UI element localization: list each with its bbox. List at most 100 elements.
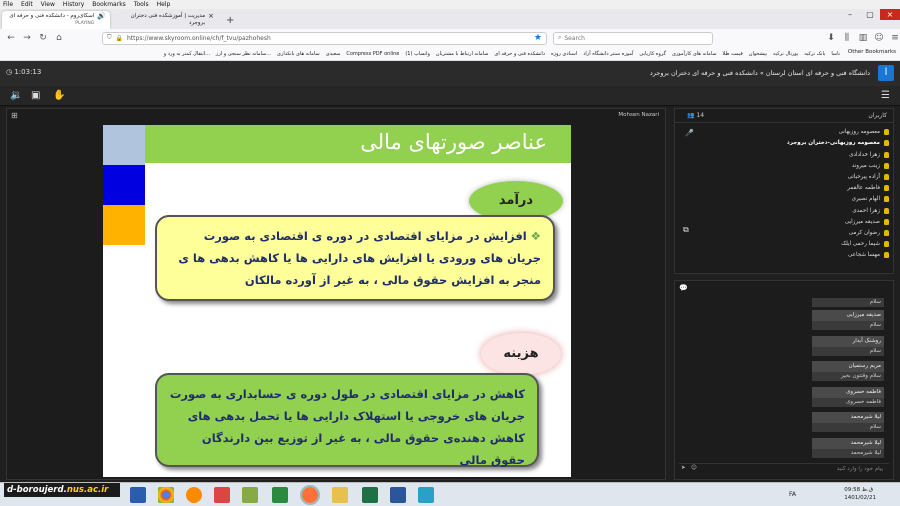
bookmark-item[interactable]: (1) واتساپ (405, 51, 430, 57)
bookmark-item[interactable]: اسنادی روزه (551, 51, 577, 57)
maximize-icon[interactable]: ▢ (860, 9, 880, 20)
home-icon[interactable]: ⌂ (54, 33, 64, 43)
chat-message: لیلا شیرمحمد سلام (809, 411, 887, 433)
bookmark-item[interactable]: سعیدی (326, 51, 341, 57)
presentation-panel: ⊞ Mohsen Nazari عناصر صورتهای مالی درآمد… (6, 108, 666, 480)
emoji-icon[interactable]: ☺ (691, 465, 697, 471)
back-icon[interactable]: ← (6, 33, 16, 43)
system-clock[interactable]: 09:58 ق.ظ 1401/02/21 (844, 486, 876, 502)
user-row[interactable]: شیما رحمی ایلک (689, 239, 889, 250)
slide-square-light (103, 125, 145, 165)
user-row[interactable]: صدیقه میرزایی (689, 217, 889, 228)
language-indicator[interactable]: FA (789, 491, 796, 498)
bookmark-item[interactable]: پورتال ترکیه (773, 51, 798, 57)
user-row[interactable]: مهسا شجاعی (689, 250, 889, 261)
bookmark-item[interactable]: بانک ترکیه (804, 51, 825, 57)
tab-management[interactable]: × مدیریت | آموزشکده فنی دختران بروجرد (110, 11, 218, 29)
bookmark-item[interactable]: سامانه های بانکداری (277, 51, 320, 57)
account-icon[interactable]: ☺ (874, 33, 884, 43)
green-app-icon[interactable] (272, 487, 288, 503)
lock-icon[interactable]: 🔒 (116, 35, 123, 42)
send-icon[interactable]: ➤ (681, 465, 686, 471)
user-name: الهام نصیری (851, 196, 880, 203)
word-icon[interactable] (390, 487, 406, 503)
bookmark-item[interactable]: پیشخوان (749, 51, 767, 57)
tool-icon[interactable] (242, 487, 258, 503)
hand-raise-icon[interactable]: ✋ (53, 90, 65, 101)
library-icon[interactable]: ⫼ (842, 33, 852, 43)
new-tab-button[interactable]: + (218, 13, 242, 29)
user-row[interactable]: رضوان کرمی (689, 228, 889, 239)
other-bookmarks[interactable]: Other Bookmarks (848, 49, 896, 55)
menu-bookmarks[interactable]: Bookmarks (92, 0, 126, 9)
shield-icon[interactable]: ⛉ (107, 34, 112, 42)
close-window-icon[interactable]: × (880, 9, 900, 20)
user-row[interactable]: زهرا خدادادی (689, 149, 889, 160)
bookmark-item[interactable]: گروه کاریابی (639, 51, 666, 57)
user-row[interactable]: معصومه روزبهانی-دختران بروجرد (689, 138, 889, 149)
chat-sender: مریم رستمیان (812, 361, 884, 372)
menu-view[interactable]: View (41, 0, 55, 9)
user-row[interactable]: معصومه روزبهانی (689, 127, 889, 138)
bookmark-item[interactable]: آموزه سنتر دانشگاه آزاد (583, 51, 633, 57)
chat-message: روشنک آبدار سلام (809, 335, 887, 357)
user-row[interactable]: الهام نصیری (689, 194, 889, 205)
user-row[interactable]: آزاده پیرحیاتی (689, 172, 889, 183)
firefox-icon[interactable] (300, 485, 320, 505)
chat-text: سلام وقتتون بخیر (812, 372, 884, 381)
sidebar-icon[interactable]: ▥ (858, 33, 868, 43)
forward-icon[interactable]: → (22, 33, 32, 43)
mic-icon: 🎤 (685, 129, 694, 137)
bookmark-item[interactable]: دانشکده فنی و حرفه ای (494, 51, 545, 57)
user-icon (884, 207, 889, 214)
speaker-icon: 🔊 (97, 12, 106, 20)
menu-history[interactable]: History (63, 0, 84, 9)
firefox-old-icon[interactable] (186, 487, 202, 503)
bookmark-item[interactable]: سامانه ارتباط با مشتریان (436, 51, 489, 57)
menu-edit[interactable]: Edit (21, 0, 33, 9)
audio-icon[interactable]: 🔉 (10, 90, 22, 101)
user-row[interactable]: فاطمه عالقمر (689, 183, 889, 194)
chat-text: سلام (812, 321, 884, 330)
reload-icon[interactable]: ↻ (38, 33, 48, 43)
minimize-icon[interactable]: – (840, 9, 860, 20)
menu-help[interactable]: Help (157, 0, 171, 9)
bookmark-star-icon[interactable]: ★ (534, 33, 542, 43)
file-explorer-icon[interactable] (130, 487, 146, 503)
url-text[interactable]: https://www.skyroom.online/ch/f_tvu/pazh… (127, 35, 271, 42)
search-input[interactable]: ⌕ Search (553, 31, 713, 45)
excel-icon[interactable] (362, 487, 378, 503)
tab-skyroom[interactable]: 🔊 اسکای‌روم - دانشکده فنی و حرفه ای PLAY… (2, 11, 110, 29)
bookmark-item[interactable]: ناسا (831, 51, 840, 57)
bookmark-item[interactable]: قیمت طلا (723, 51, 743, 57)
user-row[interactable]: زینب میروند (689, 161, 889, 172)
bookmark-item[interactable]: انتقال کمتر به ورد و... (164, 51, 210, 57)
url-bar[interactable]: ⛉ 🔒 https://www.skyroom.online/ch/f_tvu/… (102, 31, 547, 45)
user-icon (884, 218, 889, 225)
paint-icon[interactable] (214, 487, 230, 503)
shield-app-icon[interactable] (418, 487, 434, 503)
menu-icon[interactable]: ☰ (881, 90, 890, 101)
user-name: فاطمه عالقمر (847, 185, 880, 192)
menu-icon[interactable]: ≡ (890, 33, 900, 43)
user-icon (884, 151, 889, 158)
chat-input[interactable]: ➤ ☺ پیام خود را وارد کنید (679, 463, 889, 475)
menu-file[interactable]: File (3, 0, 13, 9)
bookmark-item[interactable]: سامانه نظر سنجی و ارز... (216, 51, 271, 57)
chrome-icon[interactable] (158, 487, 174, 503)
folder-icon[interactable] (332, 487, 348, 503)
close-tab-icon[interactable]: × (208, 13, 214, 20)
skyroom-logo-icon: ا (878, 65, 894, 81)
expand-icon[interactable]: ⊞ (11, 111, 18, 120)
slide-square-orange (103, 205, 145, 245)
user-row[interactable]: زهرا احمدی (689, 205, 889, 216)
downloads-icon[interactable]: ⬇ (826, 33, 836, 43)
bookmark-item[interactable]: Compress PDF online (346, 51, 399, 57)
chat-sender: روشنک آبدار (812, 335, 884, 347)
bookmark-item[interactable]: سامانه های کارآموزی (672, 51, 717, 57)
user-icon (884, 140, 889, 147)
menu-tools[interactable]: Tools (134, 0, 149, 9)
clock-time: 09:58 ق.ظ (844, 487, 874, 493)
session-timer: ◷ 1:03:13 (6, 68, 41, 76)
screen-icon[interactable]: ▣ (31, 90, 40, 101)
